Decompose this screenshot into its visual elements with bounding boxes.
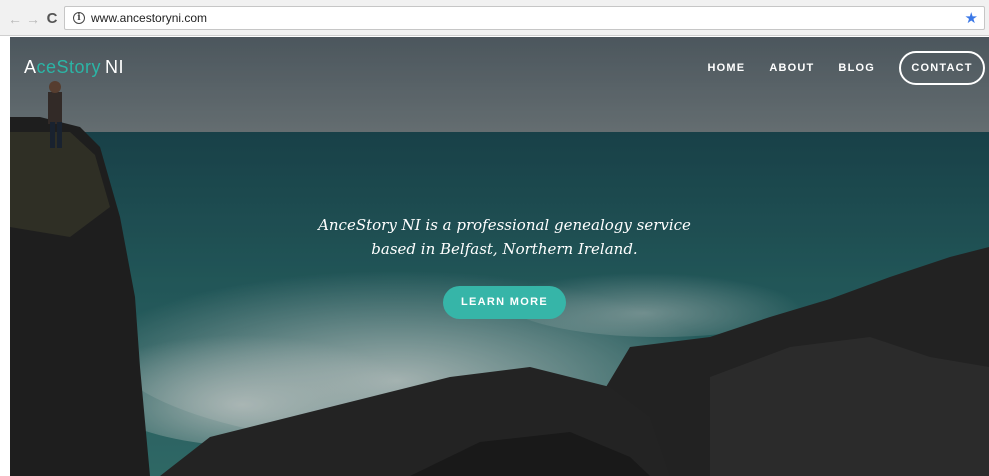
tagline-line-2: based in Belfast, Northern Ireland. bbox=[371, 240, 638, 258]
nav-about[interactable]: ABOUT bbox=[769, 62, 814, 74]
learn-more-button[interactable]: LEARN MORE bbox=[443, 286, 566, 319]
bookmark-star-icon[interactable]: ★ bbox=[965, 9, 978, 27]
back-arrow-icon[interactable]: ← bbox=[8, 12, 22, 26]
nav-home[interactable]: HOME bbox=[708, 62, 746, 74]
url-text[interactable]: www.ancestoryni.com bbox=[91, 11, 207, 25]
site-logo[interactable]: AceStory NI bbox=[24, 57, 124, 78]
browser-toolbar: ← → C i www.ancestoryni.com ★ bbox=[0, 0, 989, 36]
tagline-line-1: AnceStory NI is a professional genealogy… bbox=[318, 216, 691, 234]
hero-section: AceStory NI HOME ABOUT BLOG CONTACT AnceS… bbox=[10, 37, 989, 476]
nav-blog[interactable]: BLOG bbox=[838, 62, 875, 74]
forward-arrow-icon[interactable]: → bbox=[26, 12, 40, 26]
reload-icon[interactable]: C bbox=[45, 11, 59, 26]
main-nav: HOME ABOUT BLOG CONTACT bbox=[708, 51, 989, 85]
logo-part-ni: NI bbox=[105, 57, 125, 77]
logo-part-story: ceStory bbox=[36, 57, 102, 77]
address-bar[interactable]: i www.ancestoryni.com ★ bbox=[64, 6, 985, 30]
contact-button[interactable]: CONTACT bbox=[899, 51, 985, 85]
logo-part-a: A bbox=[24, 57, 37, 77]
info-icon[interactable]: i bbox=[73, 12, 85, 24]
hero-tagline: AnceStory NI is a professional genealogy… bbox=[10, 213, 989, 261]
